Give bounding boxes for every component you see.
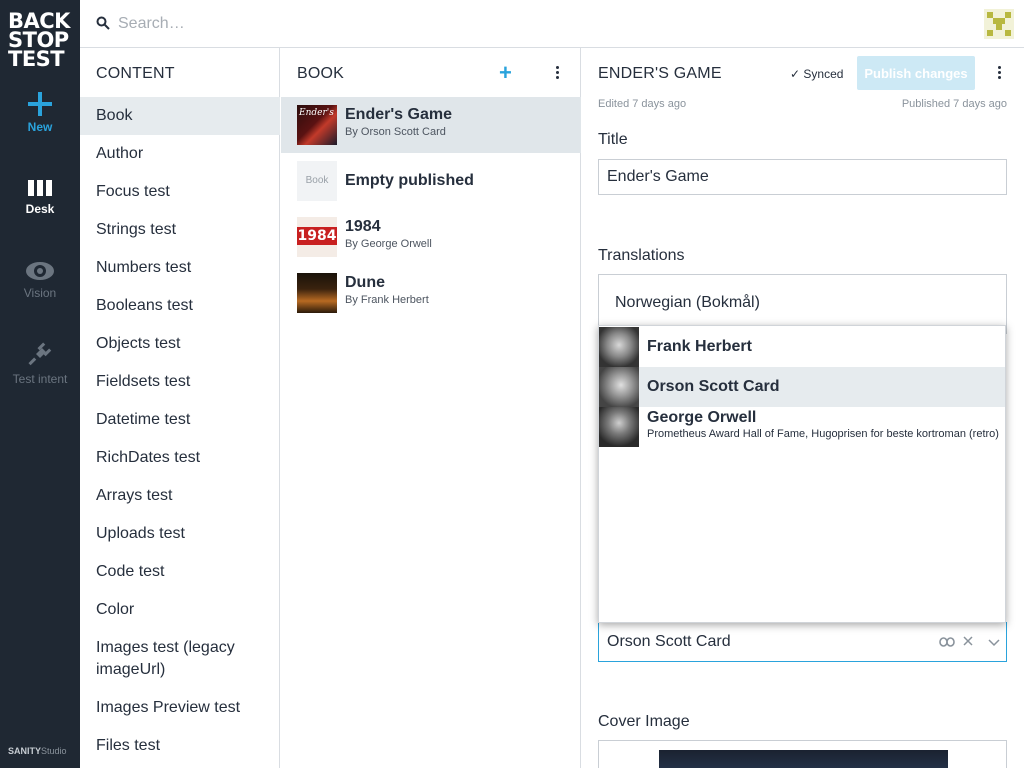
type-item-numbers-test[interactable]: Numbers test [80,249,280,287]
author-avatar [599,367,639,407]
desk-label: Desk [25,202,55,216]
search-icon [96,16,110,30]
author-avatar [599,327,639,367]
doc-item-empty-published[interactable]: Book Empty published [281,153,581,209]
type-item-booleans-test[interactable]: Booleans test [80,287,280,325]
user-avatar[interactable] [984,9,1014,39]
author-option-george-orwell[interactable]: George Orwell Prometheus Award Hall of F… [599,407,1005,447]
sync-status: ✓ Synced [790,67,843,81]
sync-status-label: Synced [803,67,844,81]
book-pane-title: BOOK [297,65,345,82]
type-item-code-test[interactable]: Code test [80,553,280,591]
title-field-input[interactable] [598,159,1007,195]
type-item-color[interactable]: Color [80,591,280,629]
doc-item-1984[interactable]: 1984 1984 By George Orwell [281,209,581,265]
type-item-richdates-test[interactable]: RichDates test [80,439,280,477]
vision-label: Vision [23,286,57,300]
title-field-label: Title [598,131,628,148]
new-label: New [27,120,53,134]
author-reference-value: Orson Scott Card [607,633,731,650]
left-nav: BACK STOP TEST New Desk Vision Test inte… [0,0,80,768]
top-bar [80,0,1024,48]
book-pane: BOOK + Ender's Ender's Game By Orson Sco… [281,48,581,768]
author-option-awards: Prometheus Award Hall of Fame, Hugoprise… [647,428,999,440]
footer-brand: SANITY [8,746,42,756]
book-pane-menu-button[interactable] [551,64,563,84]
enders-game-cover-thumb: Ender's [297,105,337,145]
author-option-name: Frank Herbert [647,338,752,355]
clear-icon[interactable] [963,636,973,646]
type-item-author[interactable]: Author [80,135,280,173]
author-option-name: Orson Scott Card [647,378,780,395]
document-menu-button[interactable] [993,64,1005,84]
check-icon: ✓ [790,67,804,81]
eye-icon [26,262,54,280]
plus-icon [28,92,52,116]
plug-icon [28,342,52,366]
author-option-name: George Orwell [647,409,757,426]
translations-field-label: Translations [598,247,685,264]
doc-subtitle: By Orson Scott Card [345,126,446,138]
doc-item-enders-game[interactable]: Ender's Ender's Game By Orson Scott Card [281,97,581,153]
sanity-studio-footer: SANITYStudio [8,746,67,756]
type-item-book[interactable]: Book [80,97,280,135]
edited-timestamp: Edited 7 days ago [598,98,687,110]
cover-image-preview [659,750,948,768]
doc-subtitle: By George Orwell [345,238,432,250]
book-placeholder-thumb: Book [297,161,337,201]
doc-item-dune[interactable]: Dune By Frank Herbert [281,265,581,321]
columns-icon [28,180,52,196]
dune-cover-thumb [297,273,337,313]
content-pane: CONTENT Book Author Focus test Strings t… [80,48,280,768]
cover-image-field-label: Cover Image [598,713,690,730]
search-input[interactable] [118,10,718,38]
desk-tool-button[interactable]: Desk [0,178,80,216]
type-item-datetime-test[interactable]: Datetime test [80,401,280,439]
link-icon[interactable] [939,637,955,647]
type-item-arrays-test[interactable]: Arrays test [80,477,280,515]
1984-cover-thumb: 1984 [297,217,337,257]
type-item-images-test[interactable]: Images test (legacy imageUrl) [80,637,260,685]
test-intent-label: Test intent [12,372,68,386]
1984-cover-text: 1984 [297,227,337,245]
published-timestamp: Published 7 days ago [901,98,1007,110]
type-item-files-test[interactable]: Files test [80,727,280,765]
vision-tool-button[interactable]: Vision [0,260,80,300]
cover-image-field[interactable] [598,740,1007,768]
author-reference-input[interactable]: Orson Scott Card [598,622,1007,662]
translation-language-label: Norwegian (Bokmål) [615,294,760,311]
logo-line-3: TEST [8,47,65,71]
type-item-fieldsets-test[interactable]: Fieldsets test [80,363,280,401]
doc-subtitle: By Frank Herbert [345,294,429,306]
content-pane-title: CONTENT [96,65,175,82]
author-option-orson-scott-card[interactable]: Orson Scott Card [599,367,1005,407]
type-item-objects-test[interactable]: Objects test [80,325,280,363]
new-button[interactable]: New [0,92,80,134]
document-title: ENDER'S GAME [598,65,722,82]
publish-changes-button[interactable]: Publish changes [857,56,975,90]
chevron-down-icon[interactable] [988,639,1000,647]
author-option-frank-herbert[interactable]: Frank Herbert [599,327,1005,367]
author-avatar [599,407,639,447]
doc-title: Empty published [345,172,474,189]
test-intent-tool-button[interactable]: Test intent [0,340,80,386]
create-book-button[interactable]: + [499,62,512,84]
doc-title: 1984 [345,218,381,235]
type-item-uploads-test[interactable]: Uploads test [80,515,280,553]
author-search-results-popup: Frank Herbert Orson Scott Card George Or… [598,325,1006,623]
doc-title: Ender's Game [345,106,452,123]
type-item-images-preview-test[interactable]: Images Preview test [80,689,280,727]
footer-product: Studio [41,746,67,756]
studio-logo[interactable]: BACK STOP TEST [8,11,74,71]
doc-title: Dune [345,274,385,291]
type-item-strings-test[interactable]: Strings test [80,211,280,249]
avatar-pattern-icon [984,9,1014,39]
type-item-focus-test[interactable]: Focus test [80,173,280,211]
